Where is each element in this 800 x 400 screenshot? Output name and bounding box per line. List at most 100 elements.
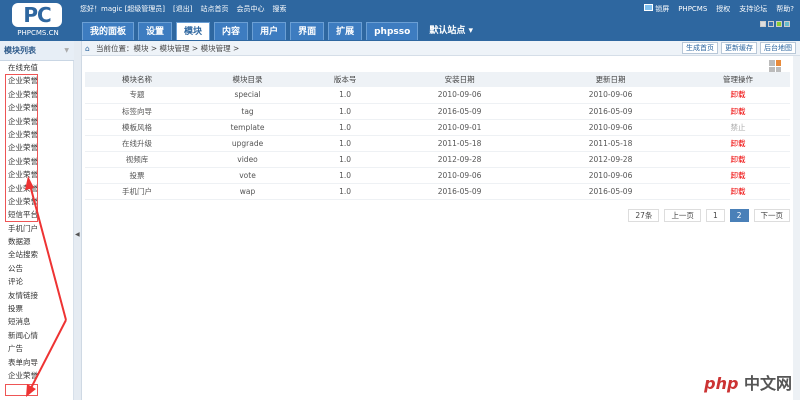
generate-home-button[interactable]: 生成首页 xyxy=(682,42,718,54)
site-selector[interactable]: 默认站点 ▾ xyxy=(422,22,480,40)
home-icon: ⌂ xyxy=(85,44,90,53)
sidebar-item[interactable]: 短消息 xyxy=(0,315,73,328)
table-cell: 1.0 xyxy=(306,151,385,168)
table-cell: 2010-09-06 xyxy=(535,167,687,184)
uninstall-link[interactable]: 卸载 xyxy=(686,135,790,152)
sidebar-collapse-bar[interactable]: ◀ xyxy=(74,41,82,400)
table-cell: 2012-09-28 xyxy=(535,151,687,168)
welcome-text: 您好！magic [超级管理员] xyxy=(80,5,166,13)
table-cell: wap xyxy=(188,183,307,200)
table-cell: 2016-05-09 xyxy=(535,183,687,200)
table-cell: 视频库 xyxy=(85,151,189,168)
help-link[interactable]: 帮助? xyxy=(776,4,794,14)
table-cell: 2010-09-06 xyxy=(384,87,536,104)
license-link[interactable]: 授权 xyxy=(716,4,730,14)
col-install-date: 安装日期 xyxy=(384,72,536,87)
col-version: 版本号 xyxy=(306,72,385,87)
table-cell: 2011-05-18 xyxy=(535,135,687,152)
disable-link[interactable]: 禁止 xyxy=(686,119,790,136)
table-row: 手机门户 wap 1.0 2016-05-09 2016-05-09 卸载 xyxy=(85,183,790,200)
next-page-button[interactable]: 下一页 xyxy=(753,209,790,222)
page-1[interactable]: 1 xyxy=(705,209,725,222)
table-cell: 2010-09-06 xyxy=(384,167,536,184)
table-cell: template xyxy=(188,119,307,136)
table-cell: 标签向导 xyxy=(85,103,189,120)
sidebar-item[interactable]: 数据源 xyxy=(0,235,73,248)
table-cell: tag xyxy=(188,103,307,120)
forum-link[interactable]: 支持论坛 xyxy=(739,4,767,14)
table-cell: 1.0 xyxy=(306,103,385,120)
table-cell: upgrade xyxy=(188,135,307,152)
module-table: 模块名称 模块目录 版本号 安装日期 更新日期 管理操作 专题 special 1.… xyxy=(85,72,790,200)
backend-map-button[interactable]: 后台地图 xyxy=(760,42,796,54)
table-cell: 手机门户 xyxy=(85,183,189,200)
lock-screen-link[interactable]: 锁屏 xyxy=(644,4,669,14)
tab-extensions[interactable]: 扩展 xyxy=(328,22,363,40)
top-header: PC PHPCMS.CN 您好！magic [超级管理员] [退出] 站点首页 会… xyxy=(0,0,800,41)
uninstall-link[interactable]: 卸载 xyxy=(686,103,790,120)
member-center-link[interactable]: 会员中心 xyxy=(237,4,265,14)
sidebar-title: 模块列表 ▼ xyxy=(0,41,74,61)
tab-modules[interactable]: 模块 xyxy=(176,22,211,40)
table-row: 视频库 video 1.0 2012-09-28 2012-09-28 卸载 xyxy=(85,151,790,168)
table-cell: 投票 xyxy=(85,167,189,184)
grid-view-icon[interactable] xyxy=(769,60,781,72)
tab-panel[interactable]: 我的面板 xyxy=(82,22,135,40)
table-cell: 2016-05-09 xyxy=(384,103,536,120)
tab-content[interactable]: 内容 xyxy=(214,22,249,40)
sidebar-item[interactable]: 广告 xyxy=(0,342,73,355)
logout-link[interactable]: [退出] xyxy=(173,4,192,14)
uninstall-link[interactable]: 卸载 xyxy=(686,87,790,104)
chevron-left-icon: ◀ xyxy=(75,231,80,238)
sidebar-item[interactable]: 投票 xyxy=(0,302,73,315)
main-tabs: 我的面板 设置 模块 内容 用户 界面 扩展 phpsso 默认站点 ▾ xyxy=(82,22,480,40)
sidebar-item[interactable]: 表单向导 xyxy=(0,356,73,369)
table-cell: 2010-09-06 xyxy=(535,87,687,104)
sidebar-item[interactable]: 在线充值 xyxy=(0,61,73,74)
prev-page-button[interactable]: 上一页 xyxy=(664,209,701,222)
table-cell: 1.0 xyxy=(306,87,385,104)
table-cell: vote xyxy=(188,167,307,184)
table-cell: 2010-09-06 xyxy=(535,119,687,136)
sidebar-item[interactable]: 新闻心情 xyxy=(0,329,73,342)
table-row: 在线升级 upgrade 1.0 2011-05-18 2011-05-18 卸载 xyxy=(85,135,790,152)
skin-option[interactable] xyxy=(784,21,790,27)
skin-switcher xyxy=(760,21,790,27)
col-name: 模块名称 xyxy=(85,72,189,87)
col-dir: 模块目录 xyxy=(188,72,307,87)
uninstall-link[interactable]: 卸载 xyxy=(686,183,790,200)
table-cell: 1.0 xyxy=(306,119,385,136)
sidebar-item[interactable]: 公告 xyxy=(0,262,73,275)
tab-interface[interactable]: 界面 xyxy=(290,22,325,40)
table-cell: 模板风格 xyxy=(85,119,189,136)
sidebar-item[interactable]: 友情链接 xyxy=(0,289,73,302)
total-count: 27条 xyxy=(628,209,660,222)
table-cell: 1.0 xyxy=(306,167,385,184)
sidebar-item[interactable]: 企业荣誉 xyxy=(0,369,73,382)
table-cell: 2010-09-01 xyxy=(384,119,536,136)
scrollbar[interactable] xyxy=(793,56,800,400)
table-row: 投票 vote 1.0 2010-09-06 2010-09-06 卸载 xyxy=(85,167,790,184)
sidebar-item[interactable]: 手机门户 xyxy=(0,222,73,235)
skin-option[interactable] xyxy=(768,21,774,27)
table-row: 专题 special 1.0 2010-09-06 2010-09-06 卸载 xyxy=(85,87,790,104)
table-cell: 2016-05-09 xyxy=(535,103,687,120)
chevron-down-icon[interactable]: ▼ xyxy=(64,41,69,61)
highlight-box xyxy=(5,384,38,396)
update-cache-button[interactable]: 更新缓存 xyxy=(721,42,757,54)
tab-phpsso[interactable]: phpsso xyxy=(366,22,419,40)
phpcms-link[interactable]: PHPCMS xyxy=(678,5,707,13)
uninstall-link[interactable]: 卸载 xyxy=(686,167,790,184)
tab-users[interactable]: 用户 xyxy=(252,22,287,40)
skin-option[interactable] xyxy=(776,21,782,27)
uninstall-link[interactable]: 卸载 xyxy=(686,151,790,168)
skin-option[interactable] xyxy=(760,21,766,27)
monitor-icon xyxy=(644,4,654,11)
sidebar-item[interactable]: 评论 xyxy=(0,275,73,288)
page-2[interactable]: 2 xyxy=(729,209,749,222)
logo: PC PHPCMS.CN xyxy=(0,0,76,40)
search-link[interactable]: 搜索 xyxy=(273,4,287,14)
site-home-link[interactable]: 站点首页 xyxy=(201,4,229,14)
sidebar-item[interactable]: 全站搜索 xyxy=(0,248,73,261)
tab-settings[interactable]: 设置 xyxy=(138,22,173,40)
